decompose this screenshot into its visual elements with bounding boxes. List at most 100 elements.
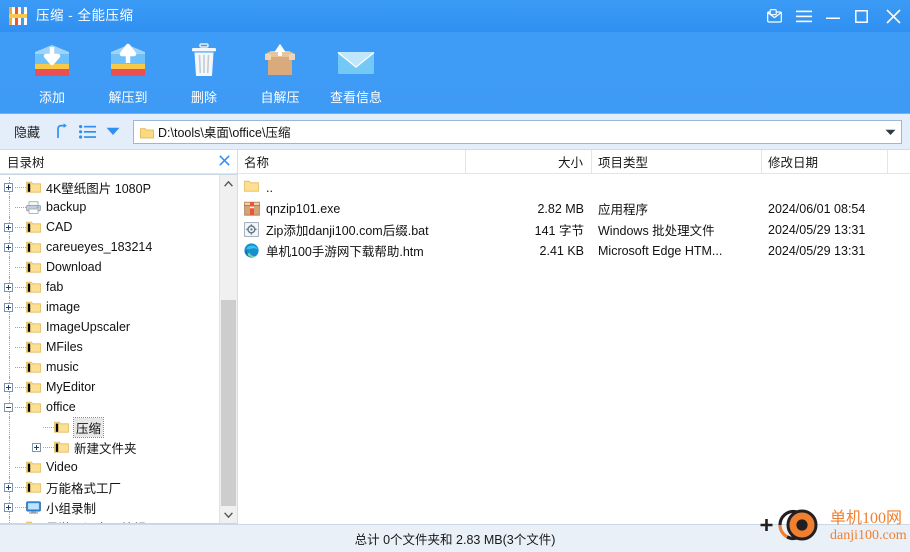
table-row[interactable]: Zip添加danji100.com后缀.bat 141 字节 Windows 批处理… xyxy=(238,219,910,240)
tree-item-label: Video xyxy=(46,460,78,474)
tree-item-label: 新建文件夹 xyxy=(74,441,137,456)
status-summary-text: 总计 0个文件夹和 2.83 MB(3个文件) xyxy=(354,533,556,547)
column-header-size[interactable]: 大小 xyxy=(466,150,592,173)
tree-connector xyxy=(15,306,26,308)
tree-connector xyxy=(15,386,26,388)
tree-item[interactable]: MyEditor xyxy=(0,377,219,397)
tree-item[interactable]: 4K壁纸图片 1080P xyxy=(0,177,219,197)
tree-connector xyxy=(43,446,54,448)
tree-expand-toggle[interactable] xyxy=(4,302,13,312)
chevron-down-icon[interactable] xyxy=(100,120,126,144)
tree-item[interactable]: backup xyxy=(0,197,219,217)
column-header-date[interactable]: 修改日期 xyxy=(762,150,888,173)
tree-item[interactable]: Download xyxy=(0,257,219,277)
tree-item[interactable]: 新建文件夹 xyxy=(0,437,219,457)
maximize-icon[interactable] xyxy=(847,0,876,32)
tree-item[interactable]: image xyxy=(0,297,219,317)
tree-item[interactable]: 星游网汇专用编辑器 xyxy=(0,517,219,523)
tree-guide-line xyxy=(9,357,10,377)
folder-icon xyxy=(54,421,69,433)
table-row[interactable]: .. xyxy=(238,177,910,198)
tree-connector xyxy=(15,366,26,368)
trash-icon xyxy=(183,40,225,84)
tree-guide-line xyxy=(9,417,10,437)
chevron-up-icon[interactable] xyxy=(220,175,237,192)
tree-item-label: Download xyxy=(46,260,102,274)
tree-expand-toggle[interactable] xyxy=(4,222,13,232)
tree-expand-toggle[interactable] xyxy=(4,182,13,192)
feedback-mail-icon[interactable] xyxy=(760,0,789,32)
tree-item-list: 4K壁纸图片 1080P backup CAD careueyes_183214 Dow… xyxy=(0,175,219,523)
chevron-down-icon[interactable] xyxy=(220,506,237,523)
folder-icon xyxy=(26,381,41,393)
tree-connector xyxy=(15,286,26,288)
table-row[interactable]: 单机100手游网下载帮助.htm 2.41 KB Microsoft Edge HT… xyxy=(238,240,910,261)
scrollbar-track[interactable] xyxy=(220,192,237,506)
tree-item[interactable]: CAD xyxy=(0,217,219,237)
tree-item[interactable]: 万能格式工厂 xyxy=(0,477,219,497)
column-header-filler xyxy=(888,150,910,173)
main-toolbar: 添加 解压到 删除 自解压 查看信息 xyxy=(0,32,910,114)
arrow-up-icon[interactable] xyxy=(48,120,74,144)
file-size-cell: 2.41 KB xyxy=(539,243,584,258)
tree-expand-toggle[interactable] xyxy=(4,282,13,292)
tree-item[interactable]: careueyes_183214 xyxy=(0,237,219,257)
tree-item[interactable]: ImageUpscaler xyxy=(0,317,219,337)
tree-connector xyxy=(15,226,26,228)
folder-icon xyxy=(26,341,41,353)
tree-item[interactable]: 小组录制 xyxy=(0,497,219,517)
tree-expand-toggle[interactable] xyxy=(32,442,41,452)
tree-connector xyxy=(15,346,26,348)
folder-icon xyxy=(26,181,41,193)
file-name-text: Zip添加danji100.com后缀.bat xyxy=(266,224,429,238)
file-name-text: 单机100手游网下载帮助.htm xyxy=(266,245,424,259)
file-date-cell: 2024/05/29 13:31 xyxy=(768,243,866,258)
scrollbar-thumb[interactable] xyxy=(221,300,236,506)
tree-vertical-scrollbar[interactable] xyxy=(219,175,237,523)
toolbar-button-add[interactable]: 添加 xyxy=(14,38,90,106)
folder-icon xyxy=(140,126,154,139)
toolbar-button-view-info[interactable]: 查看信息 xyxy=(318,38,394,106)
list-view-icon[interactable] xyxy=(74,120,100,144)
tree-expand-toggle[interactable] xyxy=(4,482,13,492)
tree-panel-header: 目录树 xyxy=(0,150,237,174)
folder-icon xyxy=(26,481,41,493)
tree-item[interactable]: 压缩 xyxy=(0,416,219,438)
close-icon[interactable] xyxy=(876,0,910,32)
tree-item[interactable]: fab xyxy=(0,277,219,297)
monitor-icon xyxy=(26,501,41,514)
tree-item[interactable]: MFiles xyxy=(0,337,219,357)
toolbar-label-add: 添加 xyxy=(38,90,65,105)
tree-expand-toggle[interactable] xyxy=(4,502,13,512)
tree-expand-toggle[interactable] xyxy=(4,242,13,252)
tree-collapse-toggle[interactable] xyxy=(4,402,13,412)
printer-icon xyxy=(26,201,41,214)
file-size-cell: 2.82 MB xyxy=(537,201,584,216)
toolbar-button-self-extract[interactable]: 自解压 xyxy=(242,38,318,106)
toolbar-button-extract-to[interactable]: 解压到 xyxy=(90,38,166,106)
toolbar-button-delete[interactable]: 删除 xyxy=(166,38,242,106)
column-header-type[interactable]: 项目类型 xyxy=(592,150,762,173)
tree-item[interactable]: Video xyxy=(0,457,219,477)
main-body: 目录树 4K壁纸图片 1080P backup CAD careueyes_18321… xyxy=(0,150,910,524)
minimize-icon[interactable] xyxy=(818,0,847,32)
file-date-cell: 2024/05/29 13:31 xyxy=(768,222,866,237)
tree-item-label: MyEditor xyxy=(46,380,96,394)
address-bar[interactable]: D:\tools\桌面\office\压缩 xyxy=(133,119,902,144)
table-row[interactable]: qnzip101.exe 2.82 MB 应用程序 2024/06/01 08:54 xyxy=(238,198,910,219)
tree-expand-toggle[interactable] xyxy=(4,382,13,392)
tree-item-label: 压缩 xyxy=(72,416,105,438)
address-chevron-down-icon[interactable] xyxy=(885,123,896,141)
tree-expand-toggle[interactable] xyxy=(4,522,13,523)
file-type-cell: 应用程序 xyxy=(598,203,649,217)
hide-panel-button[interactable]: 隐藏 xyxy=(8,122,48,141)
column-header-name[interactable]: 名称 xyxy=(238,150,466,173)
tree-item[interactable]: office xyxy=(0,397,219,417)
hamburger-menu-icon[interactable] xyxy=(789,0,818,32)
tree-item[interactable]: music xyxy=(0,357,219,377)
close-icon[interactable] xyxy=(219,154,230,169)
file-name-cell: .. xyxy=(238,180,466,196)
toolbar-label-delete: 删除 xyxy=(190,90,217,105)
toolbar-label-self-extract: 自解压 xyxy=(260,90,300,105)
file-type-cell: Windows 批处理文件 xyxy=(598,224,715,238)
